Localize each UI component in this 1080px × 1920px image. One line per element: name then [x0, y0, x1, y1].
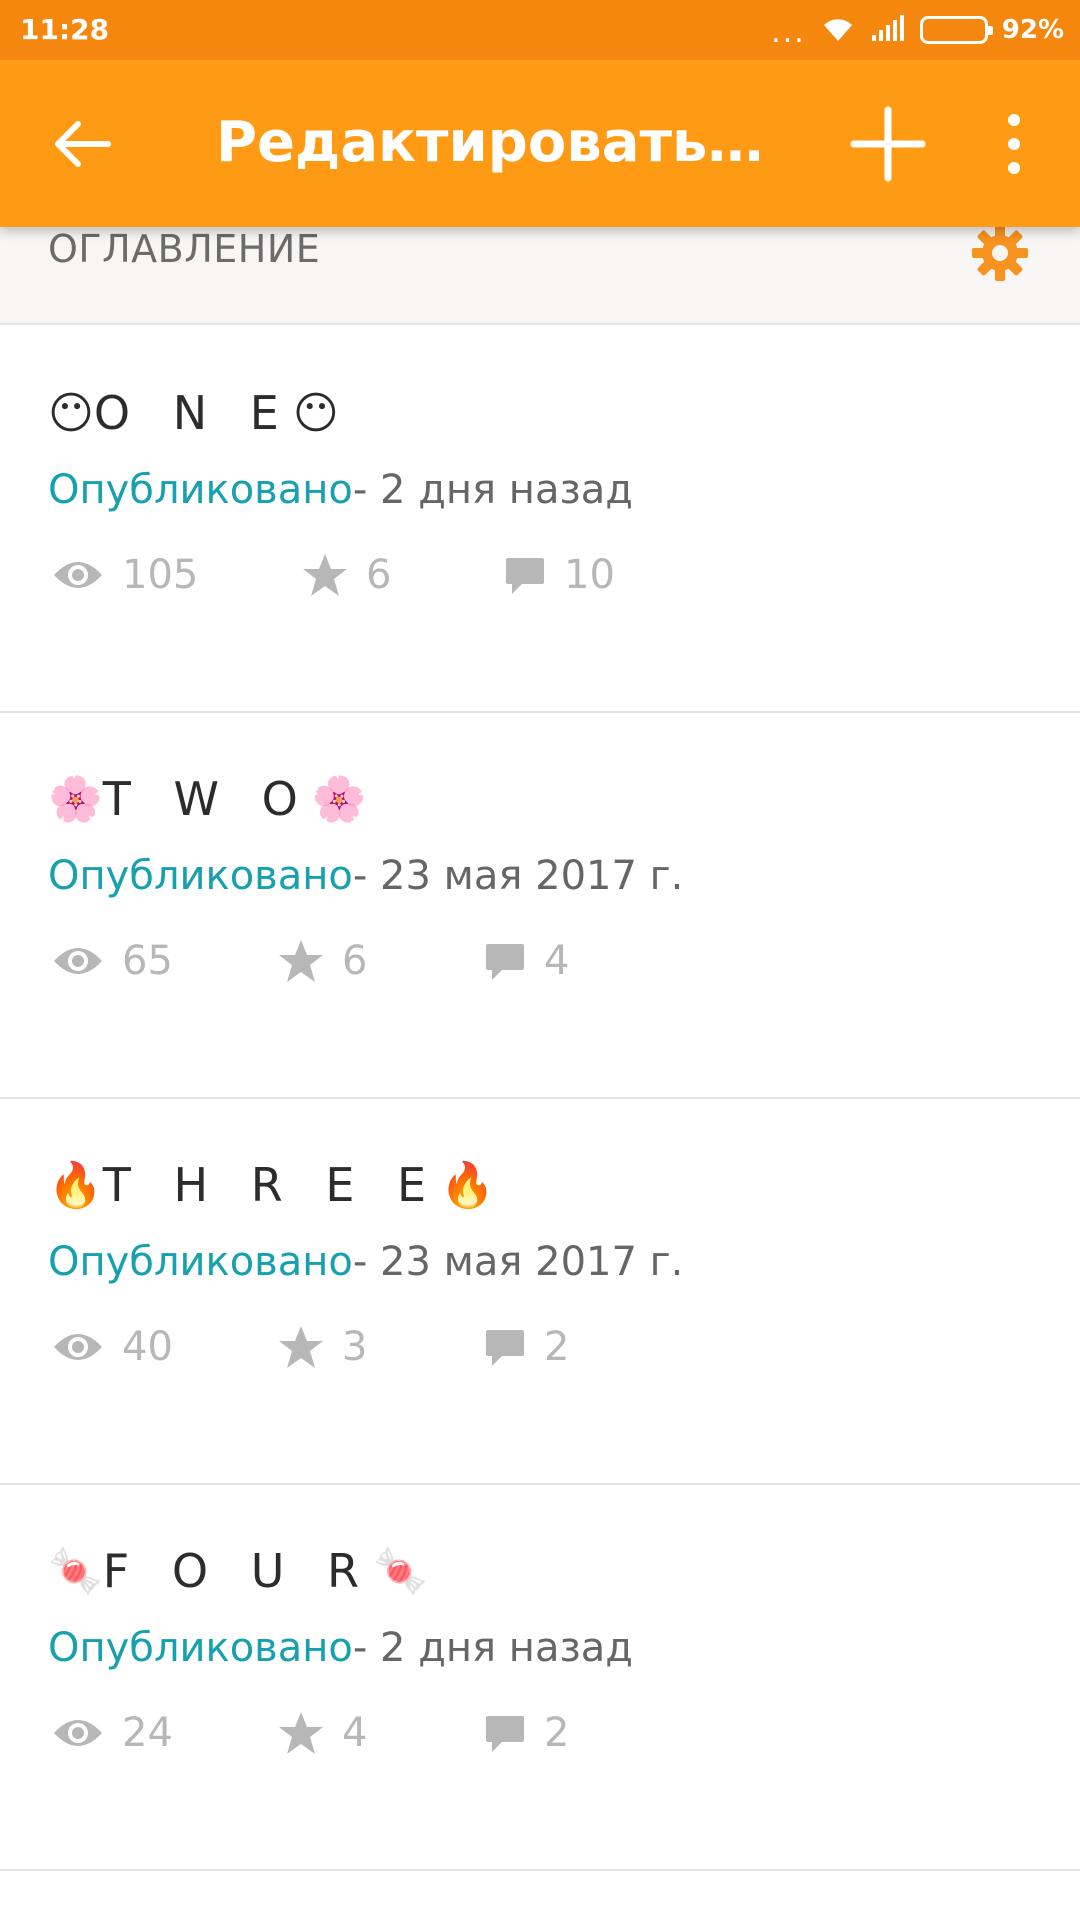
more-vertical-icon [1008, 114, 1020, 174]
eye-icon [54, 1720, 102, 1746]
comments-stat: 2 [484, 1703, 569, 1763]
views-count: 65 [122, 938, 173, 984]
chapter-meta: Опубликовано- 2 дня назад [48, 467, 633, 513]
status-time: 11:28 [20, 13, 110, 46]
views-stat: 105 [52, 545, 198, 605]
eye-icon [54, 1334, 102, 1360]
star-icon [279, 940, 323, 982]
section-header: ОГЛАВЛЕНИЕ [0, 225, 1080, 325]
views-count: 24 [122, 1710, 173, 1756]
chapter-title: 🍬 F O U R 🍬 [48, 1541, 428, 1601]
notification-dots: ... [771, 15, 806, 50]
comments-stat: 4 [484, 931, 569, 991]
comments-count: 4 [544, 938, 570, 984]
chapter-meta: Опубликовано- 23 мая 2017 г. [48, 853, 683, 899]
battery-percent: 92% [1001, 15, 1064, 45]
publish-status: Опубликовано [48, 1625, 353, 1671]
views-stat: 24 [52, 1703, 173, 1763]
app-bar: Редактировать ис... [0, 60, 1080, 227]
section-title: ОГЛАВЛЕНИЕ [48, 227, 321, 271]
chapter-title: 🔥 T H R E E 🔥 [48, 1155, 495, 1215]
publish-status: Опубликовано [48, 1239, 353, 1285]
views-stat: 65 [52, 931, 173, 991]
publish-date: - 2 дня назад [352, 467, 633, 513]
chapter-emoji: 🍬 [372, 1546, 428, 1597]
votes-count: 3 [342, 1324, 368, 1370]
views-count: 40 [122, 1324, 173, 1370]
chapter-emoji: 🔥 [48, 1160, 103, 1211]
chapter-title-text: F O U R [102, 1544, 373, 1598]
more-options-button[interactable] [988, 112, 1040, 176]
votes-count: 6 [366, 552, 392, 598]
views-stat: 40 [52, 1317, 173, 1377]
comments-count: 2 [544, 1710, 570, 1756]
chapter-item[interactable]: 😶 O N E 😶 Опубликовано- 2 дня назад 105 … [0, 327, 1080, 713]
arrow-back-icon [55, 121, 111, 167]
settings-button[interactable] [968, 221, 1032, 285]
comments-count: 10 [564, 552, 615, 598]
comment-icon [506, 558, 544, 594]
star-icon [303, 554, 347, 596]
votes-stat: 6 [278, 931, 367, 991]
publish-date: - 23 мая 2017 г. [352, 1239, 684, 1285]
comments-stat: 2 [484, 1317, 569, 1377]
chapter-meta: Опубликовано- 2 дня назад [48, 1625, 633, 1671]
add-chapter-button[interactable] [848, 104, 928, 184]
publish-status: Опубликовано [48, 467, 353, 513]
comment-icon [486, 1330, 524, 1366]
views-count: 105 [122, 552, 199, 598]
chapter-title-text: O N E [93, 386, 293, 440]
status-bar: 11:28 ... 92% [0, 0, 1080, 60]
gear-icon [972, 225, 1028, 281]
comment-icon [486, 1716, 524, 1752]
publish-date: - 23 мая 2017 г. [352, 853, 684, 899]
publish-status: Опубликовано [48, 853, 353, 899]
chapter-emoji: 😶 [292, 387, 339, 439]
chapter-item[interactable]: 🔥 T H R E E 🔥 Опубликовано- 23 мая 2017 … [0, 1099, 1080, 1485]
chapter-title: 😶 O N E 😶 [48, 383, 339, 443]
chapter-emoji: 😶 [48, 387, 94, 439]
chapter-meta: Опубликовано- 23 мая 2017 г. [48, 1239, 683, 1285]
page-title: Редактировать ис... [216, 110, 776, 175]
back-button[interactable] [50, 112, 114, 176]
eye-icon [54, 948, 102, 974]
chapter-item[interactable]: 🍬 F O U R 🍬 Опубликовано- 2 дня назад 24… [0, 1485, 1080, 1871]
star-icon [279, 1326, 323, 1368]
chapter-emoji: 🌸 [311, 774, 367, 825]
publish-date: - 2 дня назад [352, 1625, 633, 1671]
chapter-item[interactable]: 🌸 T W O 🌸 Опубликовано- 23 мая 2017 г. 6… [0, 713, 1080, 1099]
status-icons: ... 92% [771, 10, 1064, 50]
chapter-emoji: 🔥 [440, 1160, 495, 1211]
eye-icon [54, 562, 102, 588]
star-icon [279, 1712, 323, 1754]
chapter-title-text: T W O [102, 772, 312, 826]
comments-count: 2 [544, 1324, 570, 1370]
comment-icon [486, 944, 524, 980]
chapter-title-text: T H R E E [102, 1158, 441, 1212]
votes-stat: 4 [278, 1703, 367, 1763]
signal-icon [870, 13, 906, 47]
wifi-icon [820, 13, 856, 47]
chapter-emoji: 🌸 [48, 774, 103, 825]
votes-count: 4 [342, 1710, 368, 1756]
battery-icon [919, 16, 993, 44]
votes-stat: 6 [302, 545, 391, 605]
plus-icon [850, 106, 926, 182]
votes-count: 6 [342, 938, 368, 984]
chapter-emoji: 🍬 [48, 1546, 103, 1597]
votes-stat: 3 [278, 1317, 367, 1377]
chapter-title: 🌸 T W O 🌸 [48, 769, 367, 829]
comments-stat: 10 [504, 545, 615, 605]
